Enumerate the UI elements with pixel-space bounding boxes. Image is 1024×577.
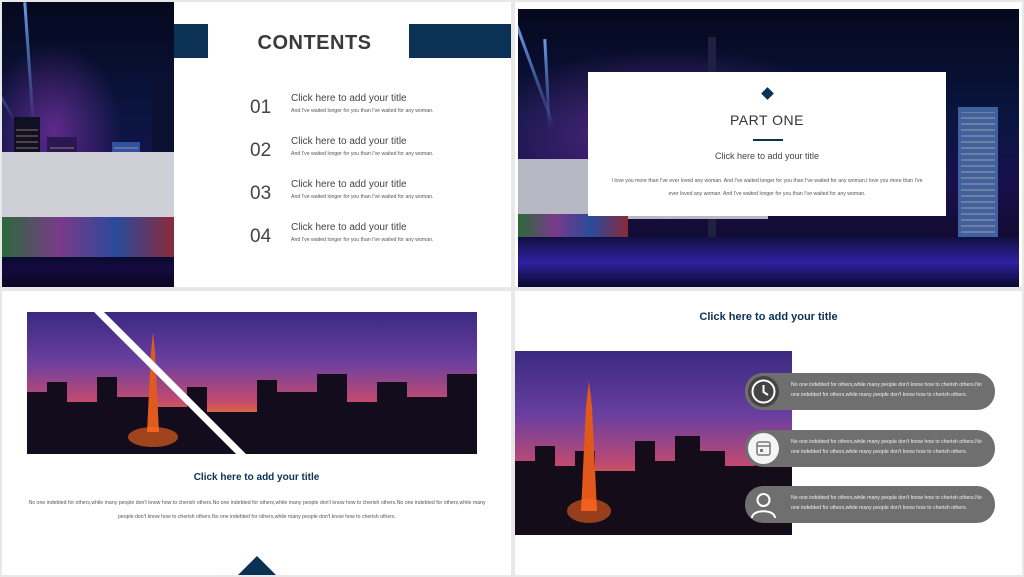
- divider: [753, 139, 783, 141]
- toc-subtitle: And I've waited longer for you than I've…: [291, 108, 434, 114]
- toc-item-2[interactable]: 02 Click here to add your title And I've…: [250, 136, 510, 176]
- toc-number: 04: [250, 226, 272, 247]
- feature-pill-3[interactable]: No one indebted for others,while many pe…: [745, 486, 995, 523]
- tokyo-sunset-banner: [27, 312, 477, 454]
- slide-banner[interactable]: Click here to add your title No one inde…: [2, 291, 511, 575]
- toc-item-1[interactable]: 01 Click here to add your title And I've…: [250, 93, 510, 133]
- part-heading: PART ONE: [729, 112, 805, 128]
- feature-text: No one indebted for others,while many pe…: [791, 382, 982, 398]
- toc-title[interactable]: Click here to add your title: [291, 179, 407, 190]
- toc-number: 01: [250, 97, 272, 118]
- harbour-night-photo: [2, 2, 174, 287]
- header-bar-right: [409, 24, 511, 58]
- calendar-icon: [748, 433, 779, 464]
- toc-subtitle: And I've waited longer for you than I've…: [291, 237, 434, 243]
- feature-pill-2[interactable]: No one indebted for others,while many pe…: [745, 430, 995, 467]
- toc-number: 03: [250, 183, 272, 204]
- clock-icon: [748, 376, 779, 407]
- toc-title[interactable]: Click here to add your title: [291, 93, 407, 104]
- title-card: PART ONE Click here to add your title I …: [588, 72, 946, 216]
- feature-pill-1[interactable]: No one indebted for others,while many pe…: [745, 373, 995, 410]
- feature-text: No one indebted for others,while many pe…: [791, 495, 982, 511]
- toc-number: 02: [250, 140, 272, 161]
- toc-title[interactable]: Click here to add your title: [291, 136, 407, 147]
- toc-item-3[interactable]: 03 Click here to add your title And I've…: [250, 179, 510, 219]
- toc-title[interactable]: Click here to add your title: [291, 222, 407, 233]
- slide-part-one[interactable]: PART ONE Click here to add your title I …: [515, 2, 1022, 287]
- slide-title[interactable]: Click here to add your title: [2, 472, 511, 483]
- slide-contents[interactable]: CONTENTS 01 Click here to add your title…: [2, 2, 511, 287]
- triangle-decoration: [238, 556, 276, 575]
- click-title[interactable]: Click here to add your title: [588, 151, 946, 161]
- skyline-graphic: [27, 312, 477, 454]
- header-bar-left: [174, 24, 208, 58]
- slide-title[interactable]: Click here to add your title: [515, 311, 1022, 323]
- body-text: I love you more than I've ever loved any…: [611, 178, 923, 197]
- toc-subtitle: And I've waited longer for you than I've…: [291, 151, 434, 157]
- toc-item-4[interactable]: 04 Click here to add your title And I've…: [250, 222, 510, 262]
- slide-features[interactable]: Click here to add your title No one inde…: [515, 291, 1022, 575]
- toc-subtitle: And I've waited longer for you than I've…: [291, 194, 434, 200]
- feature-text: No one indebted for others,while many pe…: [791, 439, 982, 455]
- contents-title: CONTENTS: [257, 32, 372, 54]
- body-text: No one indebted for others,while many pe…: [28, 500, 486, 520]
- user-icon: [748, 489, 779, 520]
- diamond-icon: [761, 87, 774, 100]
